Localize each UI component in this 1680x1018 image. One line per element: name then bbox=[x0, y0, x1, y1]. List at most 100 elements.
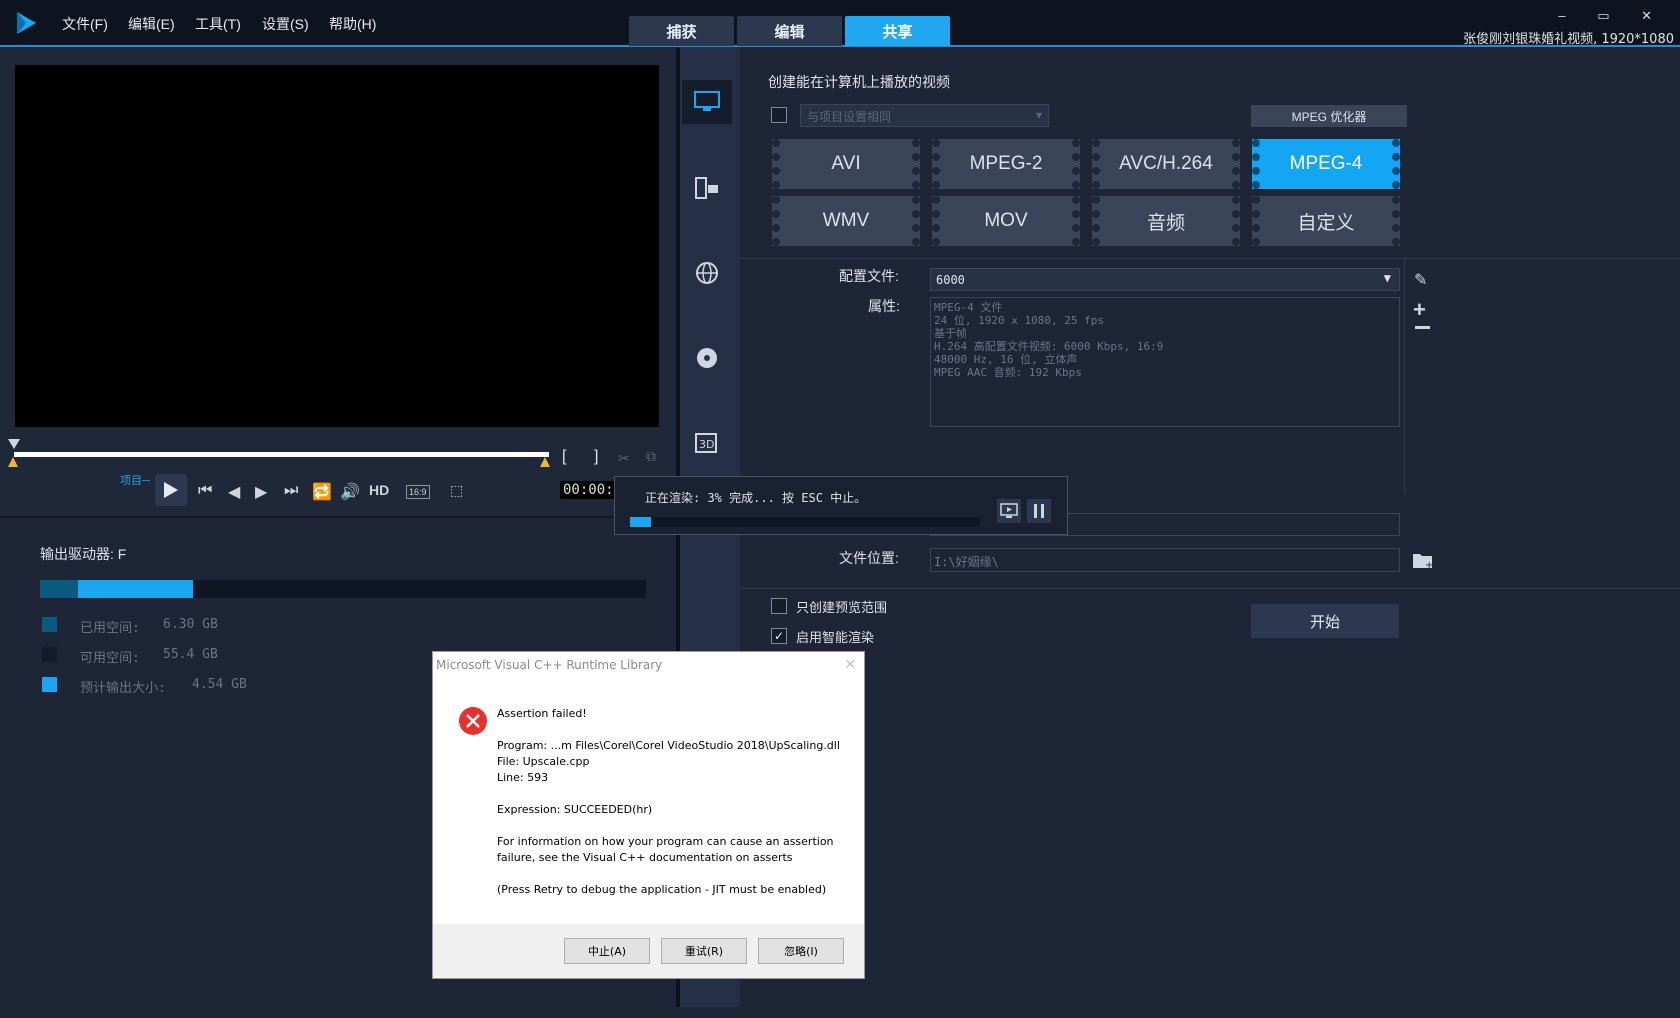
menu-tools[interactable]: 工具(T) bbox=[195, 14, 241, 34]
mpeg-optimizer-button[interactable]: MPEG 优化器 bbox=[1251, 105, 1407, 127]
property-line: 48000 Hz, 16 位, 立体声 bbox=[934, 353, 1078, 366]
same-as-project-label: 与项目设置相同 bbox=[807, 110, 892, 124]
pause-icon[interactable] bbox=[1027, 499, 1051, 523]
tab-capture[interactable]: 捕获 bbox=[629, 16, 734, 46]
remove-profile-minus-icon[interactable] bbox=[1415, 326, 1430, 329]
copy-icon[interactable]: ⧉ bbox=[646, 448, 656, 465]
trim-start-marker-icon[interactable] bbox=[8, 454, 18, 467]
properties-label: 属性: bbox=[868, 298, 900, 314]
window-controls[interactable]: – ▭ ✕ bbox=[1558, 8, 1666, 24]
web-globe-icon[interactable] bbox=[682, 251, 732, 295]
info-line-1: For information on how your program can … bbox=[497, 835, 834, 848]
retry-button[interactable]: 重试(R) bbox=[661, 938, 747, 964]
browse-folder-icon[interactable]: + bbox=[1412, 550, 1434, 571]
mark-out-icon[interactable]: ] bbox=[594, 448, 598, 466]
drive-usage-bar bbox=[40, 580, 646, 598]
file-location-field[interactable]: I:\好姻缘\ bbox=[930, 548, 1400, 572]
estimated-size-swatch bbox=[42, 677, 57, 692]
computer-icon[interactable] bbox=[682, 80, 732, 124]
smart-render-checkbox[interactable]: ✓ bbox=[771, 628, 787, 644]
hd-preview-toggle[interactable]: HD bbox=[369, 482, 389, 498]
aspect-ratio-selector[interactable]: 16:9 bbox=[406, 485, 430, 499]
format-custom-button[interactable]: 自定义 bbox=[1252, 196, 1400, 246]
used-space-label: 已用空间: bbox=[80, 621, 140, 636]
property-line: H.264 高配置文件视频: 6000 Kbps, 16:9 bbox=[934, 340, 1164, 353]
chevron-down-icon: ▾ bbox=[1035, 108, 1042, 122]
device-icon[interactable] bbox=[682, 166, 732, 210]
trim-end-marker-icon[interactable] bbox=[540, 454, 550, 467]
abort-button[interactable]: 中止(A) bbox=[564, 938, 650, 964]
program-line: Program: ...m Files\Corel\Corel VideoStu… bbox=[497, 739, 840, 752]
preview-range-label: 只创建预览范围 bbox=[796, 600, 888, 615]
menu-settings[interactable]: 设置(S) bbox=[262, 14, 309, 34]
playhead-icon[interactable] bbox=[8, 438, 20, 450]
go-to-end-icon[interactable]: ⏭ bbox=[284, 482, 298, 500]
used-space-swatch bbox=[42, 617, 57, 632]
play-button[interactable] bbox=[155, 474, 187, 506]
add-profile-plus-icon[interactable]: + bbox=[1413, 297, 1426, 323]
preview-toggle-icon[interactable] bbox=[997, 499, 1021, 523]
dialog-title: Microsoft Visual C++ Runtime Library bbox=[436, 658, 663, 672]
assertion-dialog: Microsoft Visual C++ Runtime Library ✕ A… bbox=[432, 651, 865, 979]
profile-dropdown[interactable]: 6000 ▼ bbox=[930, 268, 1400, 291]
volume-icon[interactable]: 🔊 bbox=[340, 482, 360, 502]
property-line: MPEG AAC 音频: 192 Kbps bbox=[934, 366, 1082, 379]
expression-line: Expression: SUCCEEDED(hr) bbox=[497, 803, 653, 816]
close-icon[interactable]: ✕ bbox=[844, 656, 856, 673]
format-audio-button[interactable]: 音频 bbox=[1092, 196, 1240, 246]
tab-edit[interactable]: 编辑 bbox=[737, 16, 842, 46]
app-logo-icon bbox=[14, 10, 38, 36]
divider bbox=[740, 588, 1680, 589]
format-avi-button[interactable]: AVI bbox=[772, 139, 920, 189]
render-status-text: 正在渲染: 3% 完成... 按 ESC 中止。 bbox=[645, 491, 867, 505]
menu-help[interactable]: 帮助(H) bbox=[329, 14, 376, 34]
format-mpeg2-button[interactable]: MPEG-2 bbox=[932, 139, 1080, 189]
format-avc-button[interactable]: AVC/H.264 bbox=[1092, 139, 1240, 189]
smart-render-label: 启用智能渲染 bbox=[796, 630, 875, 645]
tab-share[interactable]: 共享 bbox=[845, 16, 950, 46]
free-space-label: 可用空间: bbox=[80, 651, 140, 666]
output-drive-label: 输出驱动器: F bbox=[40, 546, 127, 562]
profile-label: 配置文件: bbox=[839, 268, 899, 284]
menu-edit[interactable]: 编辑(E) bbox=[128, 14, 175, 34]
previous-frame-icon[interactable]: ◀ bbox=[228, 482, 240, 502]
profile-value: 6000 bbox=[936, 273, 965, 287]
render-progress-bar bbox=[630, 517, 980, 527]
ignore-button[interactable]: 忽略(I) bbox=[758, 938, 844, 964]
divider bbox=[740, 258, 1680, 259]
start-button[interactable]: 开始 bbox=[1251, 604, 1399, 638]
scrubber-bar[interactable] bbox=[14, 452, 549, 457]
assertion-heading: Assertion failed! bbox=[497, 707, 587, 720]
project-title: 张俊刚刘银珠婚礼视频, 1920*1080 bbox=[1463, 32, 1674, 47]
free-space-swatch bbox=[42, 647, 57, 662]
same-as-project-dropdown[interactable]: 与项目设置相同 ▾ bbox=[800, 104, 1049, 127]
error-icon bbox=[458, 706, 488, 736]
dialog-title-bar: Microsoft Visual C++ Runtime Library ✕ bbox=[433, 652, 864, 678]
format-mpeg4-button[interactable]: MPEG-4 bbox=[1252, 139, 1400, 189]
render-progress-fill bbox=[630, 517, 651, 527]
svg-text:3D: 3D bbox=[699, 438, 714, 451]
3d-icon[interactable]: 3D bbox=[682, 421, 732, 465]
dvd-disc-icon[interactable] bbox=[682, 336, 732, 380]
project-mode-label[interactable]: 项目─ bbox=[120, 472, 150, 488]
repeat-icon[interactable]: 🔁 bbox=[312, 482, 332, 502]
svg-text:+: + bbox=[1425, 560, 1433, 570]
property-line: MPEG-4 文件 bbox=[934, 301, 1003, 314]
file-location-label: 文件位置: bbox=[839, 550, 899, 566]
menu-file[interactable]: 文件(F) bbox=[62, 14, 108, 34]
preview-window bbox=[15, 65, 659, 427]
next-frame-icon[interactable]: ▶ bbox=[255, 482, 267, 502]
preview-range-checkbox[interactable] bbox=[771, 598, 787, 614]
free-space-value: 55.4 GB bbox=[163, 647, 218, 662]
format-mov-button[interactable]: MOV bbox=[932, 196, 1080, 246]
same-as-project-checkbox[interactable] bbox=[771, 107, 787, 123]
mark-in-icon[interactable]: [ bbox=[562, 448, 566, 466]
go-to-start-icon[interactable]: ⏮ bbox=[198, 482, 212, 500]
property-line: 基于帧 bbox=[934, 327, 967, 340]
render-progress-popup: 正在渲染: 3% 完成... 按 ESC 中止。 bbox=[614, 476, 1068, 535]
estimated-size-label: 预计输出大小: bbox=[80, 681, 166, 696]
scissors-icon[interactable]: ✂ bbox=[618, 450, 630, 467]
format-wmv-button[interactable]: WMV bbox=[772, 196, 920, 246]
display-mode-icon[interactable]: ⬚ bbox=[450, 482, 463, 499]
edit-profile-pencil-icon[interactable]: ✎ bbox=[1414, 270, 1427, 290]
